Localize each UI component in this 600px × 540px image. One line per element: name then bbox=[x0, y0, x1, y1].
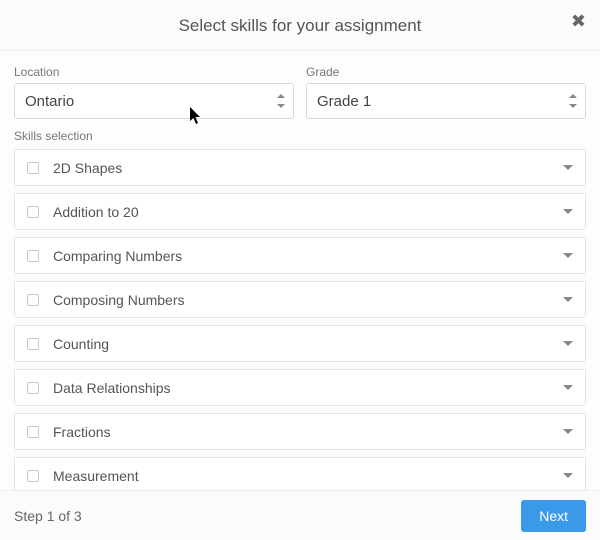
skill-label: Fractions bbox=[53, 424, 563, 440]
skill-row[interactable]: Composing Numbers bbox=[14, 281, 586, 318]
skill-row[interactable]: Counting bbox=[14, 325, 586, 362]
skill-row[interactable]: Comparing Numbers bbox=[14, 237, 586, 274]
skill-label: Data Relationships bbox=[53, 380, 563, 396]
location-value: Ontario bbox=[25, 93, 74, 110]
grade-field: Grade Grade 1 bbox=[306, 65, 586, 119]
skill-row[interactable]: Measurement bbox=[14, 457, 586, 490]
select-sort-icon bbox=[277, 94, 285, 108]
checkbox[interactable] bbox=[27, 206, 39, 218]
skills-list[interactable]: 2D Shapes Addition to 20 Comparing Numbers… bbox=[14, 149, 586, 490]
skill-row[interactable]: Addition to 20 bbox=[14, 193, 586, 230]
skill-label: Measurement bbox=[53, 468, 563, 484]
chevron-down-icon[interactable] bbox=[563, 341, 573, 346]
grade-label: Grade bbox=[306, 65, 586, 79]
modal-body: Location Ontario Grade Grade 1 Skills se… bbox=[0, 51, 600, 490]
filters: Location Ontario Grade Grade 1 bbox=[14, 65, 586, 119]
chevron-down-icon[interactable] bbox=[563, 209, 573, 214]
grade-value: Grade 1 bbox=[317, 93, 371, 110]
skill-label: Composing Numbers bbox=[53, 292, 563, 308]
checkbox[interactable] bbox=[27, 338, 39, 350]
modal-title: Select skills for your assignment bbox=[0, 16, 600, 36]
checkbox[interactable] bbox=[27, 250, 39, 262]
chevron-down-icon[interactable] bbox=[563, 385, 573, 390]
checkbox[interactable] bbox=[27, 382, 39, 394]
modal-footer: Step 1 of 3 Next bbox=[0, 490, 600, 540]
chevron-down-icon[interactable] bbox=[563, 297, 573, 302]
location-select[interactable]: Ontario bbox=[14, 83, 294, 119]
checkbox[interactable] bbox=[27, 294, 39, 306]
chevron-down-icon[interactable] bbox=[563, 473, 573, 478]
skill-label: Counting bbox=[53, 336, 563, 352]
next-button[interactable]: Next bbox=[521, 500, 586, 532]
chevron-down-icon[interactable] bbox=[563, 429, 573, 434]
checkbox[interactable] bbox=[27, 470, 39, 482]
select-sort-icon bbox=[569, 94, 577, 108]
skill-label: Addition to 20 bbox=[53, 204, 563, 220]
checkbox[interactable] bbox=[27, 162, 39, 174]
close-icon[interactable]: ✖ bbox=[571, 12, 586, 30]
chevron-down-icon[interactable] bbox=[563, 253, 573, 258]
skill-row[interactable]: Fractions bbox=[14, 413, 586, 450]
grade-select[interactable]: Grade 1 bbox=[306, 83, 586, 119]
location-field: Location Ontario bbox=[14, 65, 294, 119]
modal-header: Select skills for your assignment ✖ bbox=[0, 0, 600, 51]
location-label: Location bbox=[14, 65, 294, 79]
modal: Select skills for your assignment ✖ Loca… bbox=[0, 0, 600, 540]
skill-row[interactable]: Data Relationships bbox=[14, 369, 586, 406]
step-text: Step 1 of 3 bbox=[14, 508, 82, 524]
skills-section-label: Skills selection bbox=[14, 129, 586, 143]
chevron-down-icon[interactable] bbox=[563, 165, 573, 170]
skill-label: Comparing Numbers bbox=[53, 248, 563, 264]
skill-label: 2D Shapes bbox=[53, 160, 563, 176]
checkbox[interactable] bbox=[27, 426, 39, 438]
skill-row[interactable]: 2D Shapes bbox=[14, 149, 586, 186]
